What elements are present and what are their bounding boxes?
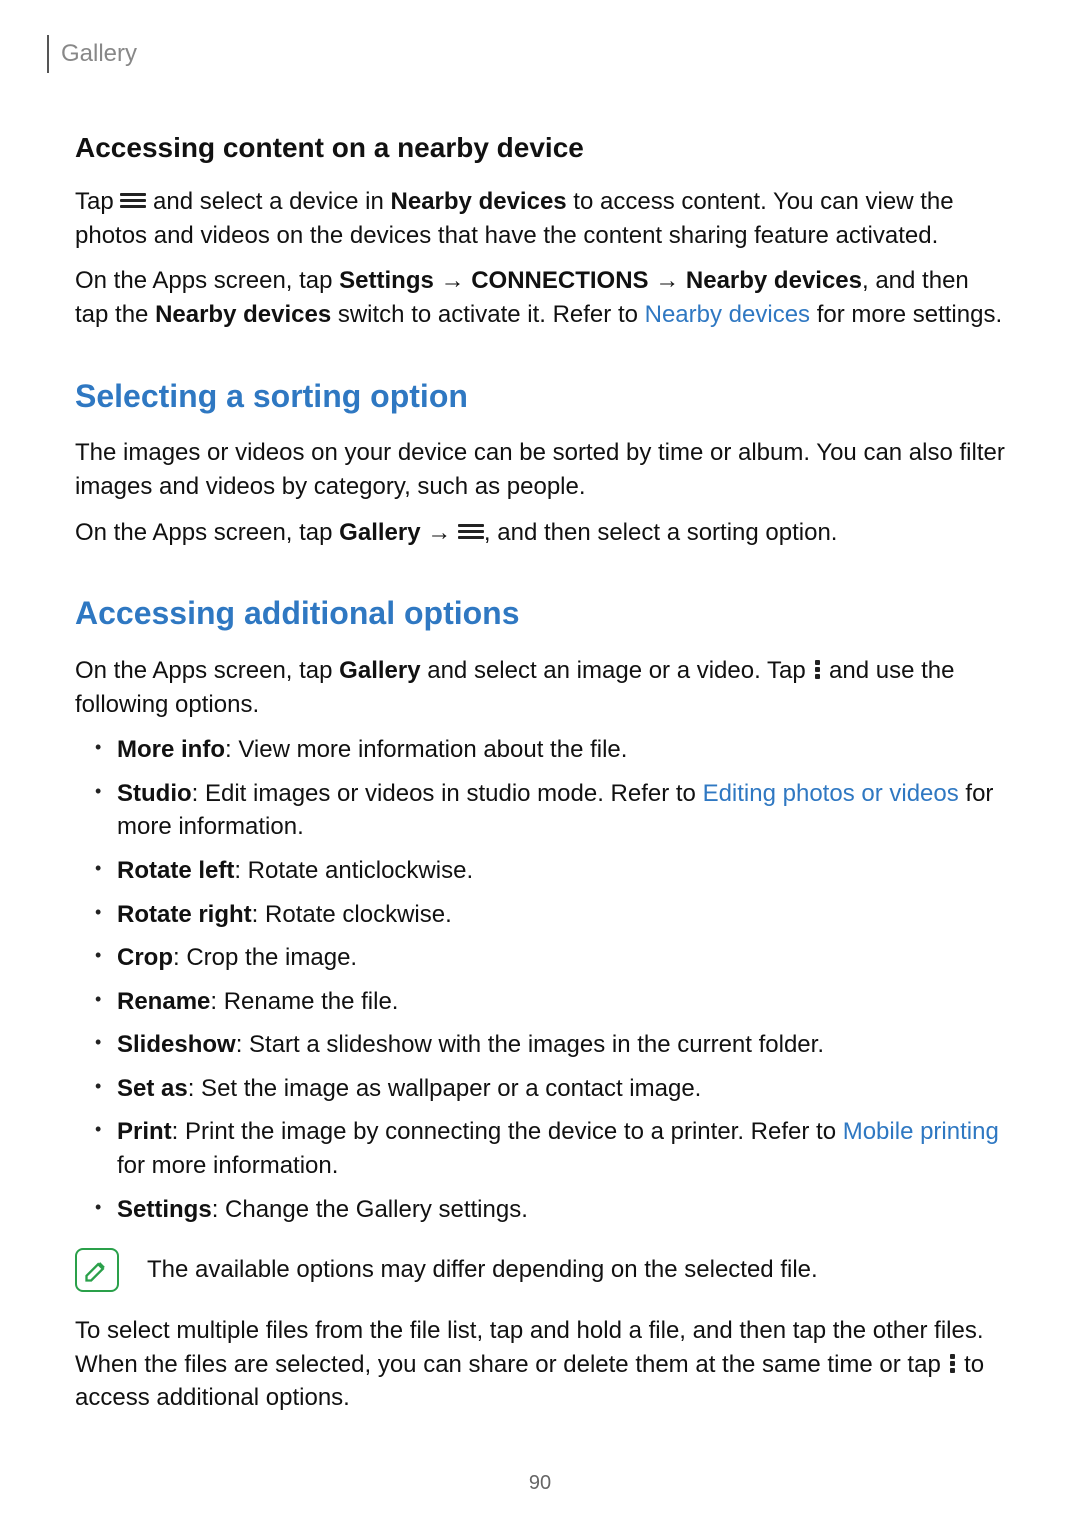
paragraph: On the Apps screen, tap Gallery → , and … [75, 516, 1005, 550]
section-tab-label: Gallery [61, 37, 137, 71]
overflow-menu-icon [812, 658, 822, 681]
paragraph: The images or videos on your device can … [75, 436, 1005, 503]
link-editing-photos[interactable]: Editing photos or videos [703, 780, 959, 807]
heading-selecting-sorting: Selecting a sorting option [75, 374, 1005, 419]
link-nearby-devices[interactable]: Nearby devices [645, 301, 810, 328]
list-item: Rotate right: Rotate clockwise. [103, 898, 1005, 932]
list-item: Crop: Crop the image. [103, 941, 1005, 975]
paragraph: Tap and select a device in Nearby device… [75, 185, 1005, 252]
paragraph: On the Apps screen, tap Settings → CONNE… [75, 264, 1005, 331]
note-callout: The available options may differ dependi… [75, 1248, 1005, 1292]
subheading-accessing-nearby: Accessing content on a nearby device [75, 128, 1005, 167]
note-text: The available options may differ dependi… [147, 1253, 818, 1287]
list-item: Studio: Edit images or videos in studio … [103, 777, 1005, 844]
heading-additional-options: Accessing additional options [75, 591, 1005, 636]
section-tab: Gallery [47, 35, 1005, 73]
list-item: Slideshow: Start a slideshow with the im… [103, 1028, 1005, 1062]
page-number: 90 [0, 1469, 1080, 1497]
link-mobile-printing[interactable]: Mobile printing [843, 1118, 999, 1145]
note-icon [75, 1248, 119, 1292]
list-item: Rotate left: Rotate anticlockwise. [103, 854, 1005, 888]
list-item: Print: Print the image by connecting the… [103, 1115, 1005, 1182]
list-item: Set as: Set the image as wallpaper or a … [103, 1072, 1005, 1106]
list-item: More info: View more information about t… [103, 733, 1005, 767]
paragraph: To select multiple files from the file l… [75, 1314, 1005, 1415]
hamburger-menu-icon [458, 521, 484, 542]
overflow-menu-icon [947, 1352, 957, 1375]
paragraph: On the Apps screen, tap Gallery and sele… [75, 654, 1005, 721]
list-item: Settings: Change the Gallery settings. [103, 1193, 1005, 1227]
list-item: Rename: Rename the file. [103, 985, 1005, 1019]
options-list: More info: View more information about t… [75, 733, 1005, 1226]
hamburger-menu-icon [120, 190, 146, 211]
